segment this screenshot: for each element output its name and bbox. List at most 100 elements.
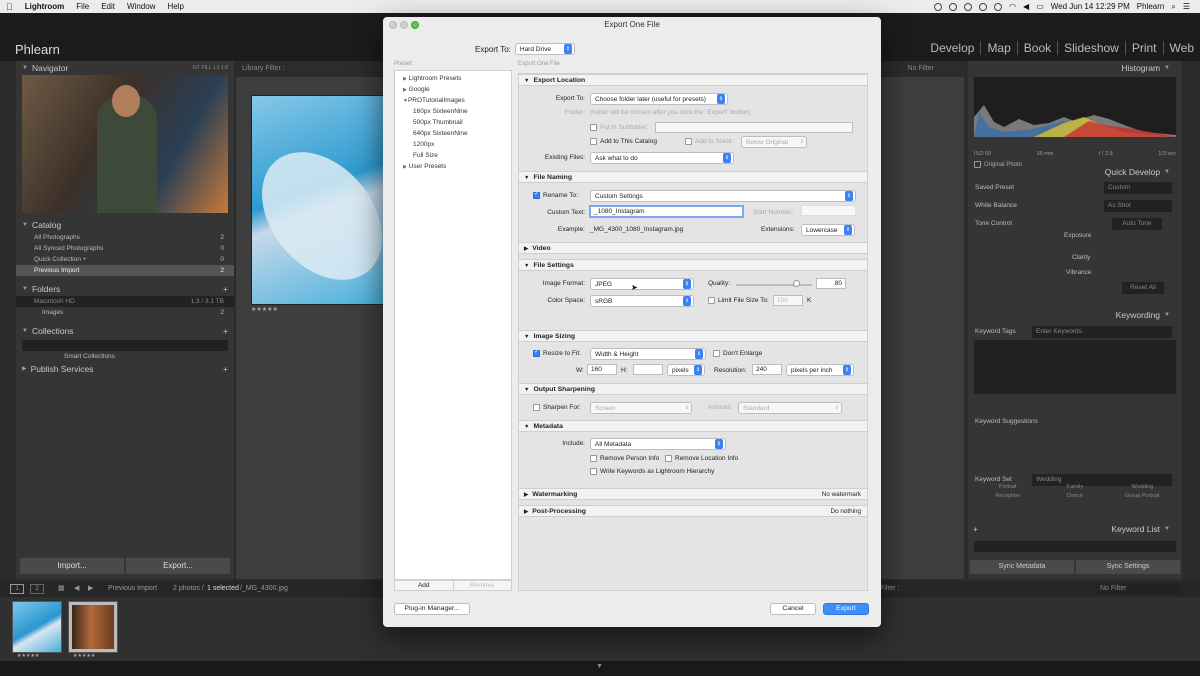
menu-lightroom[interactable]: Lightroom [25, 2, 65, 11]
custom-text-field[interactable]: _1080_Instagram [589, 205, 744, 218]
filmstrip-thumbnail[interactable] [68, 601, 118, 653]
keyword-chip[interactable]: Dance [1041, 493, 1108, 499]
publish-header[interactable]: ▶ Publish Services + [16, 362, 234, 376]
spotlight-icon[interactable]: ⌕ [1171, 2, 1175, 12]
sync-metadata-button[interactable]: Sync Metadata [970, 560, 1074, 574]
keyword-chip[interactable]: Wedding [1109, 484, 1176, 490]
white-balance-row[interactable]: White Balance As Shot [968, 200, 1182, 212]
time-machine-icon[interactable] [979, 2, 988, 11]
keyword-list-header[interactable]: + Keyword List ▼ [968, 522, 1182, 536]
catalog-item[interactable]: All Synced Photographs 0 [16, 243, 234, 254]
catalog-header[interactable]: ▼ Catalog [16, 218, 234, 232]
folder-item[interactable]: Images 2 [16, 307, 234, 318]
sharpen-checkbox[interactable]: Sharpen For: [533, 404, 581, 411]
clock-text[interactable]: Wed Jun 14 12:29 PM [1051, 2, 1130, 11]
grid-icon[interactable]: ▦ [58, 581, 65, 597]
export-to-select[interactable]: Hard Drive ⇕ [514, 43, 575, 55]
module-print[interactable]: Print [1124, 41, 1163, 55]
preset-item[interactable]: 1200px [403, 139, 511, 150]
menu-file[interactable]: File [76, 2, 89, 11]
cancel-button[interactable]: Cancel [770, 603, 816, 615]
add-stack-checkbox[interactable]: Add to Stack: [685, 138, 734, 145]
secondary-window-button[interactable]: 2 [30, 584, 44, 594]
preset-item[interactable]: Full Size [403, 150, 511, 161]
catalog-item-selected[interactable]: Previous Import 2 [16, 265, 234, 276]
plugin-manager-button[interactable]: Plug-in Manager... [394, 603, 470, 615]
extensions-select[interactable]: Lowercase ⇕ [801, 224, 855, 236]
module-map[interactable]: Map [980, 41, 1016, 55]
minimize-icon[interactable] [400, 21, 408, 29]
notification-icon[interactable]: ☰ [1183, 2, 1190, 11]
preset-folder[interactable]: ▶ Lightroom Presets [403, 73, 511, 84]
existing-files-select[interactable]: Ask what to do ⇕ [590, 152, 734, 164]
collapse-arrow-icon[interactable]: ▼ [596, 663, 603, 670]
export-button[interactable]: Export... [126, 558, 230, 574]
module-develop[interactable]: Develop [924, 41, 980, 55]
add-icon[interactable]: + [223, 362, 228, 376]
remove-location-checkbox[interactable]: Remove Location Info [665, 455, 738, 462]
include-metadata-select[interactable]: All Metadata ⇕ [590, 438, 726, 450]
subfolder-field[interactable] [655, 122, 853, 133]
preset-folder[interactable]: ▶ User Presets [403, 161, 511, 172]
add-icon[interactable]: + [223, 282, 228, 296]
sharpen-for-select[interactable]: Screen ⇕ [590, 402, 692, 414]
keyword-chip[interactable]: Group Portrait [1109, 493, 1176, 499]
keyword-tags-area[interactable] [974, 340, 1176, 394]
add-preset-button[interactable]: Add [395, 581, 453, 590]
quality-slider[interactable] [736, 284, 812, 286]
source-label[interactable]: Previous Import [108, 581, 157, 597]
watermarking-header[interactable]: ▶ Watermarking No watermark [519, 488, 867, 500]
export-location-header[interactable]: ▼ Export Location [519, 74, 867, 86]
preset-item[interactable]: 500px Thumbnail [403, 117, 511, 128]
output-sharpening-header[interactable]: ▼ Output Sharpening [519, 383, 867, 395]
amount-select[interactable]: Standard ⇕ [738, 402, 842, 414]
sync-settings-button[interactable]: Sync Settings [1076, 560, 1180, 574]
size-units-select[interactable]: pixels ⇕ [667, 364, 705, 376]
quality-field[interactable]: 80 [816, 278, 846, 289]
histogram-header[interactable]: Histogram ▼ [968, 61, 1182, 75]
tone-control-row[interactable]: Tone Control Auto Tone [968, 218, 1182, 230]
remove-person-checkbox[interactable]: Remove Person Info [590, 455, 659, 462]
exposure-row[interactable]: Exposure [968, 230, 1182, 242]
add-catalog-checkbox[interactable]: Add to This Catalog [590, 138, 657, 145]
video-header[interactable]: ▶ Video [519, 242, 867, 254]
navigator-header[interactable]: ▼ Navigator FIT FILL 1:1 1:8 [16, 61, 234, 75]
record-icon[interactable] [934, 2, 943, 11]
menu-window[interactable]: Window [127, 2, 155, 11]
resolution-units-select[interactable]: pixels per inch ⇕ [786, 364, 854, 376]
status-icon[interactable] [949, 2, 958, 11]
back-arrow-icon[interactable]: ◀ [74, 581, 79, 597]
battery-icon[interactable]: ▭ [1036, 2, 1044, 11]
write-keywords-checkbox[interactable]: Write Keywords as Lightroom Hierarchy [590, 468, 714, 475]
height-field[interactable] [633, 364, 663, 375]
file-naming-header[interactable]: ▼ File Naming [519, 171, 867, 183]
add-icon[interactable]: + [223, 324, 228, 338]
location-select[interactable]: Choose folder later (useful for presets)… [590, 93, 728, 105]
folders-header[interactable]: ▼ Folders + [16, 282, 234, 296]
smart-collections[interactable]: Smart Collections [16, 351, 234, 362]
module-slideshow[interactable]: Slideshow [1057, 41, 1125, 55]
quick-develop-header[interactable]: Quick Develop ▼ [968, 165, 1182, 179]
catalog-item[interactable]: All Photographs 2 [16, 232, 234, 243]
keyword-tags-row[interactable]: Keyword Tags Enter Keywords [968, 326, 1182, 338]
menu-help[interactable]: Help [167, 2, 183, 11]
filmstrip-thumbnail[interactable] [12, 601, 62, 653]
file-settings-header[interactable]: ▼ File Settings [519, 259, 867, 271]
add-icon[interactable]: + [973, 522, 978, 536]
preset-folder[interactable]: ▶ Google [403, 84, 511, 95]
rename-template-select[interactable]: Custom Settings ⇕ [590, 190, 856, 202]
preset-item[interactable]: 640px SixteenNine [403, 128, 511, 139]
keyword-suggestions-row[interactable]: Keyword Suggestions [968, 416, 1182, 428]
vibrance-row[interactable]: Vibrance [968, 267, 1182, 279]
keyword-chip[interactable]: Family [1041, 484, 1108, 490]
subfolder-checkbox[interactable]: Put in Subfolder: [590, 124, 648, 131]
dropbox-icon[interactable] [964, 2, 973, 11]
start-number-field[interactable] [801, 205, 856, 216]
keyword-chip[interactable]: Reception [974, 493, 1041, 499]
rating-stars[interactable]: ★★★★★ [251, 306, 278, 313]
catalog-item[interactable]: Quick Collection +0 [16, 254, 234, 265]
wifi-icon[interactable]: ◠ [1009, 2, 1016, 11]
remove-preset-button[interactable]: Remove [452, 581, 512, 590]
limit-size-field[interactable]: 100 [773, 295, 803, 306]
keywording-header[interactable]: Keywording ▼ [968, 308, 1182, 322]
